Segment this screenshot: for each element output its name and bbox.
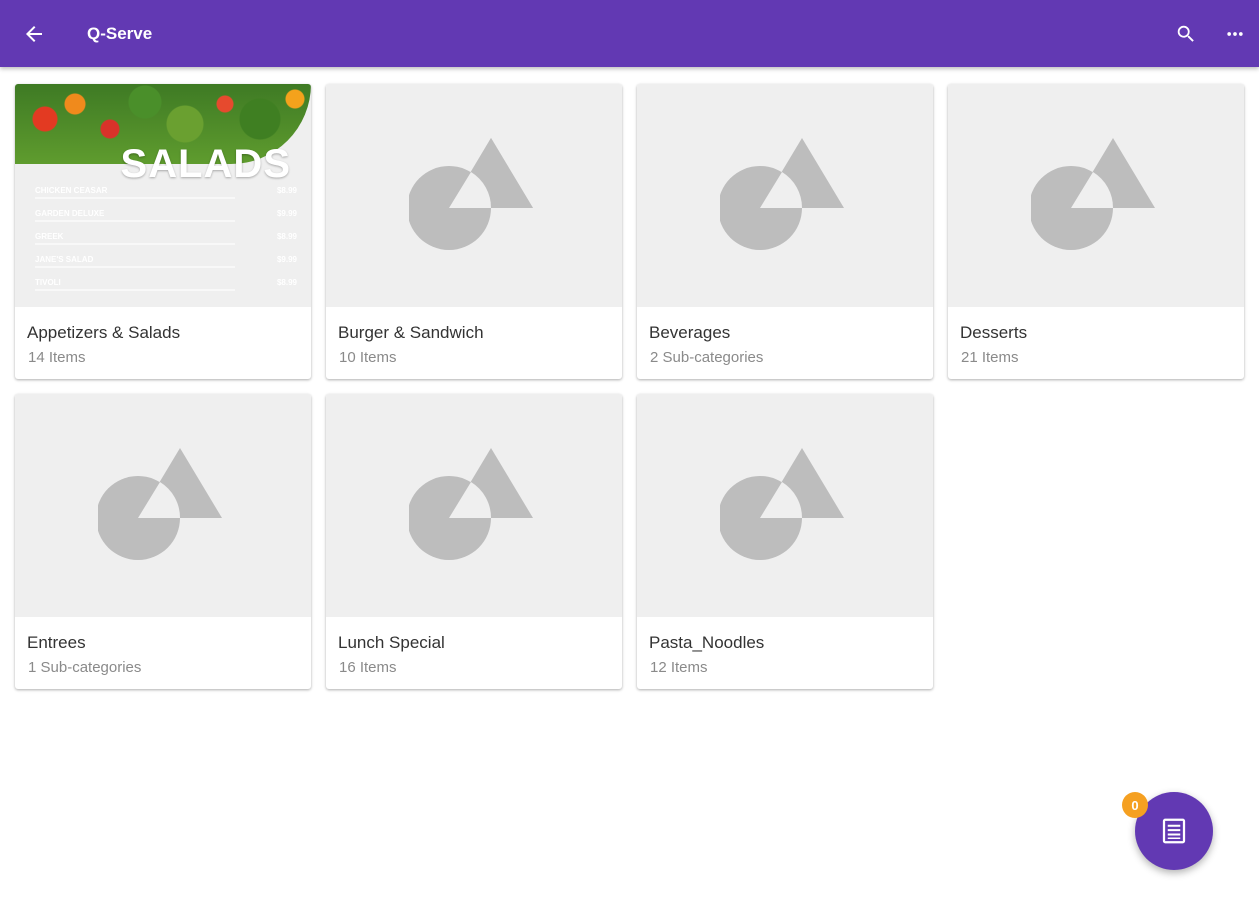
salad-item-price: $8.99 [276,278,297,287]
category-image-salads: SALADS CHICKEN CEASAR $8.99 GARDEN DELUXE… [15,84,311,307]
salad-item-name: CHICKEN CEASAR [35,186,108,195]
image-placeholder-icon [409,448,533,560]
salad-item-description [35,243,235,245]
category-card-desserts[interactable]: Desserts 21 Items [948,84,1244,379]
salad-menu-item: CHICKEN CEASAR $8.99 [35,186,297,209]
salad-item-name: GREEK [35,232,64,241]
category-count: 21 Items [961,349,1019,366]
salad-item-name: JANE'S SALAD [35,255,94,264]
image-placeholder-icon [98,448,222,560]
category-name: Burger & Sandwich [338,323,484,342]
image-placeholder-icon [720,448,844,560]
category-image-placeholder [637,394,933,617]
image-placeholder-icon [1031,138,1155,250]
category-count: 2 Sub-categories [650,349,764,366]
category-card-entrees[interactable]: Entrees 1 Sub-categories [15,394,311,689]
category-count: 10 Items [339,349,397,366]
search-icon [1177,25,1194,42]
category-image-placeholder [637,84,933,307]
category-name: Pasta_Noodles [649,633,765,652]
category-image-placeholder [326,84,622,307]
salad-item-description [35,197,235,199]
category-name: Lunch Special [338,633,445,652]
salad-menu-list: CHICKEN CEASAR $8.99 GARDEN DELUXE $9.99 G… [35,186,297,301]
salad-menu-item: GARDEN DELUXE $9.99 [35,209,297,232]
category-count: 12 Items [650,659,708,676]
category-name: Entrees [27,633,86,652]
salad-item-name: GARDEN DELUXE [35,209,105,218]
category-card-appetizers-salads[interactable]: SALADS CHICKEN CEASAR $8.99 GARDEN DELUXE… [15,84,311,379]
category-image-placeholder [15,394,311,617]
more-horizontal-icon [1227,32,1243,36]
category-name: Desserts [960,323,1028,342]
salad-item-description [35,220,235,222]
category-image-placeholder [326,394,622,617]
category-card-lunch-special[interactable]: Lunch Special 16 Items [326,394,622,689]
image-placeholder-icon [720,138,844,250]
category-image-placeholder [948,84,1244,307]
salad-item-name: TIVOLI [35,278,61,287]
order-list-icon [1162,818,1186,844]
salad-menu-item: GREEK $8.99 [35,232,297,255]
salad-item-price: $8.99 [276,232,297,241]
category-name: Beverages [649,323,731,342]
image-placeholder-icon [409,138,533,250]
salad-image-heading: SALADS [120,142,291,186]
search-button[interactable] [1168,16,1204,52]
category-count: 16 Items [339,659,397,676]
salad-item-description [35,289,235,291]
salad-item-price: $9.99 [276,209,297,218]
arrow-back-icon [26,26,42,42]
cart-count-badge: 0 [1122,792,1148,818]
salad-item-price: $8.99 [276,186,297,195]
salad-item-price: $9.99 [276,255,297,264]
category-card-burger-sandwich[interactable]: Burger & Sandwich 10 Items [326,84,622,379]
category-card-pasta-noodles[interactable]: Pasta_Noodles 12 Items [637,394,933,689]
salad-item-description [35,266,235,268]
category-count: 1 Sub-categories [28,659,142,676]
category-card-beverages[interactable]: Beverages 2 Sub-categories [637,84,933,379]
page-title: Q-Serve [87,24,153,43]
category-name: Appetizers & Salads [27,323,181,342]
app-bar: Q-Serve [0,0,1259,67]
salad-menu-item: JANE'S SALAD $9.99 [35,255,297,278]
salad-menu-item: TIVOLI $8.99 [35,278,297,301]
more-options-button[interactable] [1217,16,1253,52]
category-count: 14 Items [28,349,86,366]
back-button[interactable] [16,16,52,52]
